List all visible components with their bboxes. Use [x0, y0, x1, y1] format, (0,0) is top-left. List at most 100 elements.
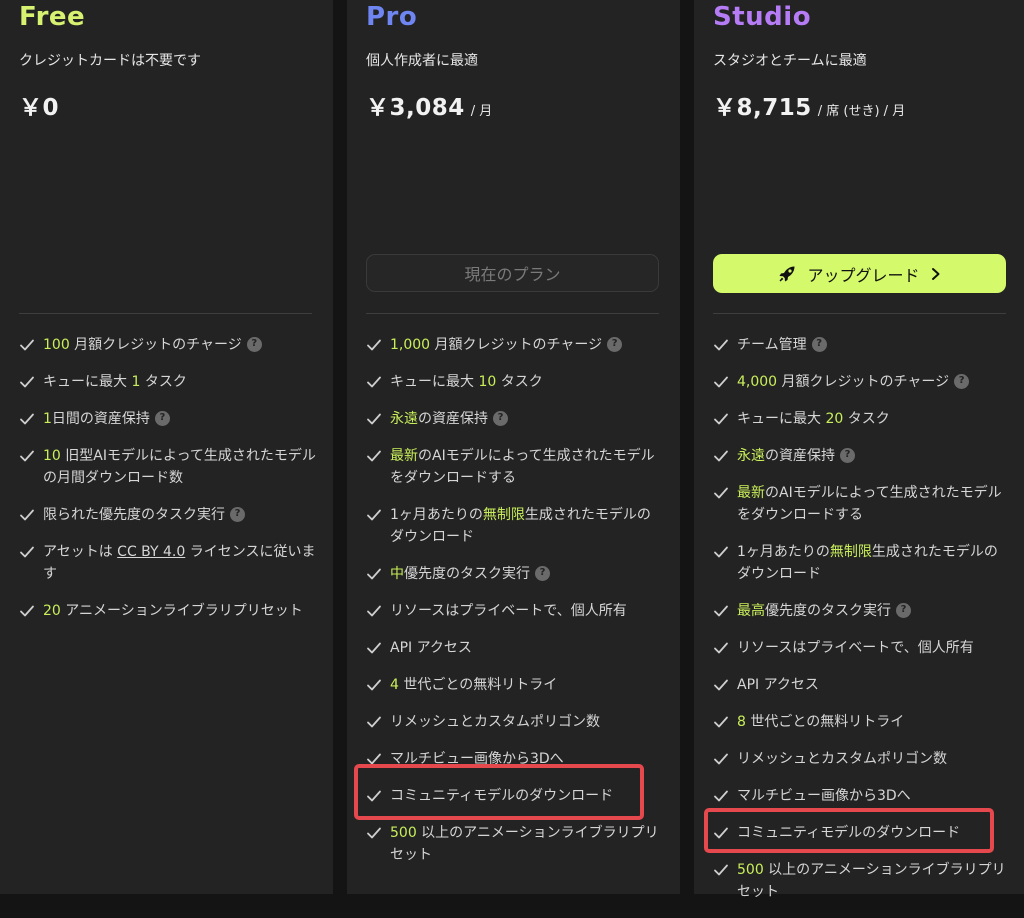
check-icon: [366, 604, 382, 618]
feature-item: 永遠の資産保持?: [366, 408, 664, 430]
feature-item: キューに最大 10 タスク: [366, 371, 664, 393]
license-link[interactable]: CC BY 4.0: [117, 544, 185, 560]
help-icon[interactable]: ?: [230, 506, 245, 522]
check-icon: [713, 641, 729, 655]
help-icon[interactable]: ?: [535, 565, 550, 581]
feature-item: マルチビュー画像から3Dへ: [713, 785, 1008, 807]
check-icon: [366, 412, 382, 426]
check-icon: [366, 449, 382, 463]
feature-item: リメッシュとカスタムポリゴン数: [713, 748, 1008, 770]
upgrade-button[interactable]: アップグレード: [713, 254, 1006, 293]
plan-subtitle-studio: スタジオとチームに最適: [713, 53, 867, 69]
divider: [713, 313, 1006, 314]
plan-subtitle-free: クレジットカードは不要です: [19, 53, 201, 69]
check-icon: [713, 375, 729, 389]
feature-item: 4,000 月額クレジットのチャージ?: [713, 371, 1008, 393]
feature-item: 永遠の資産保持?: [713, 445, 1008, 467]
check-icon: [366, 826, 382, 840]
feature-item: 中優先度のタスク実行?: [366, 563, 664, 585]
help-icon[interactable]: ?: [493, 410, 508, 426]
feature-item: 1ヶ月あたりの無制限生成されたモデルのダウンロード: [713, 541, 1008, 585]
feature-list-free: 100 月額クレジットのチャージ? キューに最大 1 タスク 1日間の資産保持?…: [19, 334, 317, 637]
help-icon[interactable]: ?: [607, 336, 623, 352]
plan-price-row-studio: ￥8,715 / 席 (せき) / 月: [713, 88, 905, 122]
check-icon: [19, 338, 35, 352]
highlight-box-studio-community: [704, 808, 994, 853]
plan-card-studio: Studio スタジオとチームに最適 ￥8,715 / 席 (せき) / 月 ア…: [694, 0, 1024, 900]
plan-price-studio: ￥8,715: [713, 95, 812, 121]
feature-item: チーム管理?: [713, 334, 1008, 356]
check-icon: [713, 338, 729, 352]
check-icon: [19, 604, 35, 618]
plan-card-pro: Pro 個人作成者に最適 ￥3,084 / 月 現在のプラン 1,000 月額ク…: [347, 0, 680, 894]
help-icon[interactable]: ?: [811, 336, 827, 352]
check-icon: [713, 752, 729, 766]
feature-item: 20 アニメーションライブラリプリセット: [19, 600, 317, 622]
feature-item: 最新のAIモデルによって生成されたモデルをダウンロードする: [366, 445, 664, 489]
plan-price-unit-pro: / 月: [470, 104, 493, 119]
feature-item: 限られた優先度のタスク実行?: [19, 504, 317, 526]
plan-price-free: ￥0: [19, 95, 60, 121]
feature-item: リソースはプライベートで、個人所有: [713, 637, 1008, 659]
help-icon[interactable]: ?: [246, 336, 262, 352]
plan-title-studio: Studio: [713, 2, 812, 32]
divider: [19, 313, 312, 314]
chevron-right-icon: [931, 267, 939, 280]
check-icon: [713, 412, 729, 426]
check-icon: [713, 678, 729, 692]
plan-price-pro: ￥3,084: [366, 95, 465, 121]
feature-item: リソースはプライベートで、個人所有: [366, 600, 664, 622]
feature-item: 500 以上のアニメーションライブラリプリセット: [713, 859, 1008, 903]
check-icon: [713, 486, 729, 500]
upgrade-button-label: アップグレード: [807, 265, 920, 285]
check-icon: [366, 375, 382, 389]
check-icon: [366, 715, 382, 729]
help-icon[interactable]: ?: [840, 447, 855, 463]
feature-item: 8 世代ごとの無料リトライ: [713, 711, 1008, 733]
feature-item: アセットは CC BY 4.0 ライセンスに従います: [19, 541, 317, 585]
plan-subtitle-pro: 個人作成者に最適: [366, 53, 478, 69]
check-icon: [19, 449, 35, 463]
feature-item: 10 旧型AIモデルによって生成されたモデルの月間ダウンロード数: [19, 445, 317, 489]
feature-item: 100 月額クレジットのチャージ?: [19, 334, 317, 356]
check-icon: [19, 508, 35, 522]
check-icon: [713, 863, 729, 877]
plan-price-row-pro: ￥3,084 / 月: [366, 88, 492, 122]
feature-item: リメッシュとカスタムポリゴン数: [366, 711, 664, 733]
feature-item: 1日間の資産保持?: [19, 408, 317, 430]
plan-title-free: Free: [19, 2, 86, 32]
feature-item: 500 以上のアニメーションライブラリプリセット: [366, 822, 664, 866]
highlight-box-pro-community: [354, 764, 644, 820]
check-icon: [366, 641, 382, 655]
check-icon: [19, 545, 35, 559]
plan-card-free: Free クレジットカードは不要です ￥0 100 月額クレジットのチャージ? …: [0, 0, 333, 894]
feature-item: 4 世代ごとの無料リトライ: [366, 674, 664, 696]
current-plan-button[interactable]: 現在のプラン: [366, 254, 659, 292]
feature-item: 1,000 月額クレジットのチャージ?: [366, 334, 664, 356]
feature-item: 最新のAIモデルによって生成されたモデルをダウンロードする: [713, 482, 1008, 526]
help-icon[interactable]: ?: [154, 410, 170, 426]
divider: [366, 313, 659, 314]
check-icon: [366, 338, 382, 352]
plan-price-unit-studio: / 席 (せき) / 月: [817, 104, 906, 119]
feature-item: API アクセス: [366, 637, 664, 659]
check-icon: [713, 604, 729, 618]
feature-item: API アクセス: [713, 674, 1008, 696]
check-icon: [366, 567, 382, 581]
feature-item: キューに最大 20 タスク: [713, 408, 1008, 430]
check-icon: [19, 375, 35, 389]
check-icon: [713, 545, 729, 559]
plan-price-row-free: ￥0: [19, 88, 59, 122]
feature-item: キューに最大 1 タスク: [19, 371, 317, 393]
check-icon: [366, 678, 382, 692]
rocket-icon: [779, 266, 795, 281]
plan-title-pro: Pro: [366, 2, 418, 32]
feature-item: 1ヶ月あたりの無制限生成されたモデルのダウンロード: [366, 504, 664, 548]
help-icon[interactable]: ?: [896, 602, 911, 618]
check-icon: [366, 508, 382, 522]
check-icon: [713, 715, 729, 729]
check-icon: [713, 789, 729, 803]
check-icon: [19, 412, 35, 426]
feature-item: 最高優先度のタスク実行?: [713, 600, 1008, 622]
help-icon[interactable]: ?: [954, 373, 970, 389]
